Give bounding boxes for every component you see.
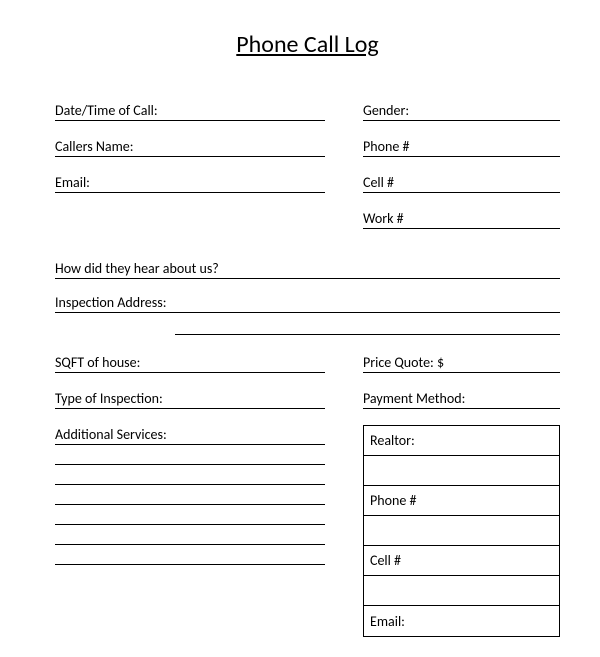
label-gender: Gender: [363,102,409,120]
realtor-cell-blank-1[interactable] [364,456,559,486]
realtor-cell-email[interactable]: Email: [364,606,559,636]
value-gender[interactable] [409,119,560,120]
page: Phone Call Log Date/Time of Call: Gender… [0,0,600,657]
row-additional-realtor: Additional Services: Realtor: Phone # [55,421,560,637]
label-hear-about: How did they hear about us? [55,260,219,278]
label-inspection-address: Inspection Address: [55,294,166,312]
label-datetime: Date/Time of Call: [55,102,158,120]
realtor-box: Realtor: Phone # Cell # Email: [363,425,560,637]
label-callers-name: Callers Name: [55,138,133,156]
field-callers-name[interactable]: Callers Name: [55,133,325,157]
field-phone[interactable]: Phone # [363,133,560,157]
realtor-cell-phone[interactable]: Phone # [364,486,559,516]
field-additional-services[interactable]: Additional Services: [55,421,325,445]
value-payment-method[interactable] [465,407,560,408]
label-price-quote: Price Quote: $ [363,354,444,372]
realtor-cell-blank-2[interactable] [364,516,559,546]
value-price-quote[interactable] [444,371,560,372]
field-cell[interactable]: Cell # [363,169,560,193]
label-type-inspection: Type of Inspection: [55,390,163,408]
field-datetime[interactable]: Date/Time of Call: [55,97,325,121]
label-phone: Phone # [363,138,409,156]
field-work[interactable]: Work # [363,205,560,229]
label-additional-services: Additional Services: [55,426,167,444]
page-title: Phone Call Log [55,30,560,59]
field-inspection-address[interactable]: Inspection Address: [55,289,560,313]
row-sqft-price: SQFT of house: Price Quote: $ [55,349,560,373]
label-sqft: SQFT of house: [55,354,140,372]
value-callers-name[interactable] [133,155,325,156]
value-sqft[interactable] [140,371,325,372]
field-email[interactable]: Email: [55,169,325,193]
value-inspection-address[interactable] [166,311,560,312]
label-cell: Cell # [363,174,394,192]
realtor-cell-realtor[interactable]: Realtor: [364,426,559,456]
additional-line-5[interactable] [55,507,325,525]
value-datetime[interactable] [158,119,325,120]
label-email: Email: [55,174,90,192]
field-gender[interactable]: Gender: [363,97,560,121]
label-work: Work # [363,210,404,228]
value-type-inspection[interactable] [163,407,325,408]
field-type-inspection[interactable]: Type of Inspection: [55,385,325,409]
additional-line-7[interactable] [55,547,325,565]
realtor-cell-blank-3[interactable] [364,576,559,606]
label-realtor-email: Email: [370,613,405,630]
label-realtor-phone: Phone # [370,492,416,509]
additional-line-2[interactable] [55,447,325,465]
additional-line-4[interactable] [55,487,325,505]
realtor-cell-cell[interactable]: Cell # [364,546,559,576]
value-phone[interactable] [409,155,560,156]
value-work[interactable] [404,227,560,228]
label-realtor: Realtor: [370,432,415,449]
additional-line-3[interactable] [55,467,325,485]
value-cell[interactable] [394,191,560,192]
label-realtor-cell: Cell # [370,552,401,569]
row-work: Work # [55,205,560,229]
value-additional-services[interactable] [167,443,325,444]
row-email-cell: Email: Cell # [55,169,560,193]
row-datetime-gender: Date/Time of Call: Gender: [55,97,560,121]
field-hear-about[interactable]: How did they hear about us? [55,255,560,279]
row-type-payment: Type of Inspection: Payment Method: [55,385,560,409]
inspection-address-line-2[interactable] [175,313,560,335]
row-callers-phone: Callers Name: Phone # [55,133,560,157]
additional-line-6[interactable] [55,527,325,545]
value-hear-about[interactable] [219,277,560,278]
field-payment-method[interactable]: Payment Method: [363,385,560,409]
value-email[interactable] [90,191,325,192]
field-sqft[interactable]: SQFT of house: [55,349,325,373]
label-payment-method: Payment Method: [363,390,465,408]
field-price-quote[interactable]: Price Quote: $ [363,349,560,373]
